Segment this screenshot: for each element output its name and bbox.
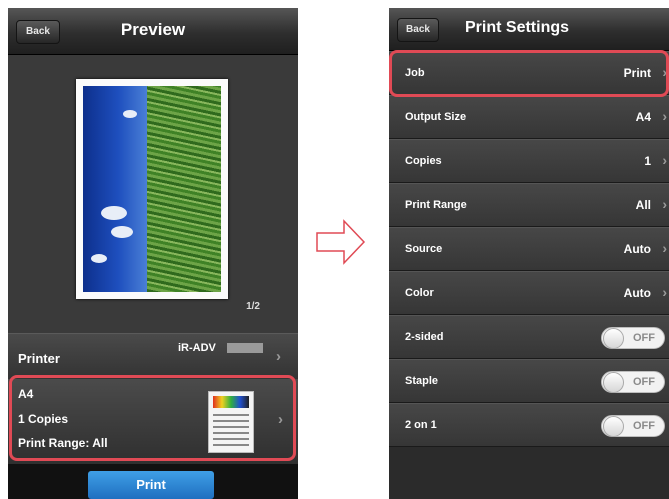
settings-list: Job Print › Output Size A4 › Copies 1 › … [389,51,669,447]
setting-row-output-size[interactable]: Output Size A4 › [389,95,669,139]
chevron-right-icon: › [662,240,667,256]
setting-label: Color [405,287,434,299]
staple-toggle[interactable]: OFF [601,371,665,393]
preview-area: 1/2 [8,55,298,333]
printer-name: iR-ADV [178,342,216,354]
setting-label: Source [405,243,443,255]
setting-label: Output Size [405,111,467,123]
chevron-right-icon: › [662,196,667,212]
chevron-right-icon: › [662,152,667,168]
setting-label: 2-sided [405,331,444,343]
setting-value: A4 [635,110,651,124]
redacted-printer-model [227,343,263,353]
setting-label: 2 on 1 [405,419,437,431]
setting-label: Copies [405,155,442,167]
preview-page[interactable] [76,79,228,299]
toggle-knob [603,416,624,437]
setting-row-color[interactable]: Color Auto › [389,271,669,315]
toggle-state: OFF [633,420,655,432]
two-sided-toggle[interactable]: OFF [601,327,665,349]
bottom-toolbar: Print [8,464,298,499]
setting-row-staple: Staple OFF [389,359,669,403]
setting-value: Auto [623,286,651,300]
toggle-knob [603,328,624,349]
chevron-right-icon: › [662,108,667,124]
highlight-job-row [389,50,669,97]
page-title: Print Settings [465,19,570,36]
setting-label: Staple [405,375,439,387]
toggle-state: OFF [633,376,655,388]
toggle-state: OFF [633,332,655,344]
setting-row-2-on-1: 2 on 1 OFF [389,403,669,447]
setting-row-source[interactable]: Source Auto › [389,227,669,271]
page-title: Preview [120,20,186,39]
setting-row-copies[interactable]: Copies 1 › [389,139,669,183]
setting-label: Print Range [405,199,467,211]
landscape-photo [83,86,221,292]
setting-value: 1 [644,154,651,168]
printer-label: Printer [18,351,60,366]
highlight-settings-summary [9,375,296,461]
two-on-one-toggle[interactable]: OFF [601,415,665,437]
setting-value: Auto [623,242,651,256]
navigation-bar: Back Preview [8,8,298,55]
page-indicator: 1/2 [246,301,260,312]
navigation-bar: Back Print Settings [389,8,669,51]
print-button[interactable]: Print [88,471,214,499]
arrow-right-icon [316,219,366,265]
toggle-knob [603,372,624,393]
chevron-right-icon: › [276,348,281,365]
setting-value: All [635,198,651,212]
back-button[interactable]: Back [397,18,439,42]
chevron-right-icon: › [662,284,667,300]
setting-row-print-range[interactable]: Print Range All › [389,183,669,227]
setting-row-2-sided: 2-sided OFF [389,315,669,359]
printer-row[interactable]: Printer iR-ADV › [8,333,298,380]
